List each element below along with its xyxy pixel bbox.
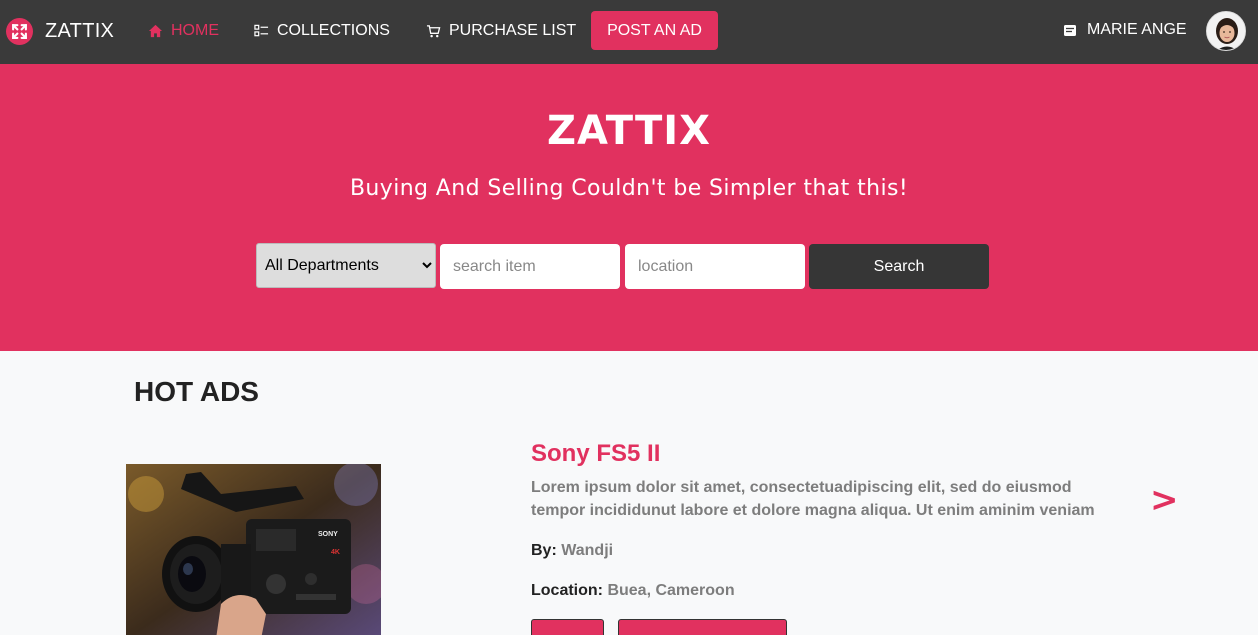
logo-icon bbox=[6, 17, 33, 45]
ad-location: Location: Buea, Cameroon bbox=[531, 582, 735, 599]
section-title: HOT ADS bbox=[134, 376, 259, 407]
hero-banner: ZATTIX Buying And Selling Couldn't be Si… bbox=[0, 64, 1258, 351]
ad-action-button-1[interactable] bbox=[531, 619, 604, 635]
user-menu[interactable]: MARIE ANGE bbox=[1063, 18, 1187, 42]
ad-author-value: Wandji bbox=[561, 542, 614, 559]
ad-title[interactable]: Sony FS5 II bbox=[531, 440, 660, 468]
post-ad-button[interactable]: POST AN AD bbox=[591, 11, 718, 50]
location-input[interactable] bbox=[625, 244, 805, 289]
ad-location-value: Buea, Cameroon bbox=[607, 582, 735, 599]
nav-collections[interactable]: COLLECTIONS bbox=[253, 19, 390, 43]
nav-purchase-list[interactable]: PURCHASE LIST bbox=[425, 19, 576, 43]
nav-home-label: HOME bbox=[171, 22, 219, 39]
navbar: ZATTIX HOME COLLECTIONS PURCHASE LIST PO… bbox=[0, 0, 1258, 64]
cart-icon bbox=[425, 23, 441, 39]
ad-action-button-2[interactable] bbox=[618, 619, 787, 635]
svg-text:SONY: SONY bbox=[318, 531, 338, 538]
nav-home[interactable]: HOME bbox=[147, 19, 219, 43]
ad-image[interactable]: SONY 4K bbox=[126, 464, 381, 635]
ad-author-label: By bbox=[531, 542, 552, 559]
nav-purchase-list-label: PURCHASE LIST bbox=[449, 22, 577, 39]
user-card-icon bbox=[1063, 23, 1077, 37]
ad-description: Lorem ipsum dolor sit amet, consectetuad… bbox=[531, 479, 1095, 519]
avatar[interactable] bbox=[1206, 11, 1246, 51]
hero-subtitle: Buying And Selling Couldn't be Simpler t… bbox=[349, 176, 909, 201]
home-icon bbox=[147, 23, 163, 39]
next-ad-arrow[interactable]: > bbox=[1150, 480, 1179, 520]
svg-text:4K: 4K bbox=[331, 549, 340, 556]
collections-icon bbox=[253, 23, 269, 39]
search-button[interactable]: Search bbox=[809, 244, 989, 289]
department-select[interactable]: All Departments bbox=[256, 243, 436, 288]
brand-name: ZATTIX bbox=[45, 19, 115, 42]
user-name: MARIE ANGE bbox=[1087, 21, 1187, 38]
hero-title: ZATTIX bbox=[546, 108, 712, 154]
ad-author: By: Wandji bbox=[531, 542, 614, 559]
nav-collections-label: COLLECTIONS bbox=[277, 22, 390, 39]
ad-location-label: Location bbox=[531, 582, 598, 599]
search-input[interactable] bbox=[440, 244, 620, 289]
brand-link[interactable]: ZATTIX bbox=[6, 15, 114, 47]
